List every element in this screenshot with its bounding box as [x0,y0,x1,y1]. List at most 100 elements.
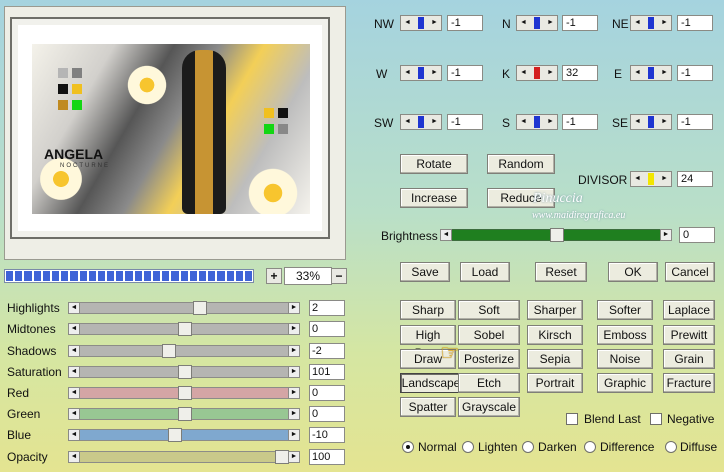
zoom-in-button[interactable]: + [266,268,282,284]
negative-checkbox[interactable] [650,413,662,425]
preset-button[interactable]: Sobel [458,325,520,345]
left-arrow-icon[interactable]: ◄ [68,302,80,314]
preset-button[interactable]: Soft [458,300,520,320]
left-arrow-icon[interactable]: ◄ [68,408,80,420]
left-arrow-icon[interactable]: ◄ [631,172,644,186]
left-arrow-icon[interactable]: ◄ [631,66,644,80]
adjustment-value-field[interactable]: -10 [309,427,345,443]
matrix-cell-spinner[interactable]: ◄ ► [630,65,672,81]
adjustment-slider[interactable]: ◄ ► [68,365,300,379]
adjustment-value-field[interactable]: 0 [309,321,345,337]
divisor-spinner[interactable]: ◄ ► [630,171,672,187]
blend-mode-radio[interactable] [462,441,474,453]
blend-mode-radio[interactable] [522,441,534,453]
matrix-cell-spinner[interactable]: ◄ ► [516,15,558,31]
right-arrow-icon[interactable]: ► [544,115,557,129]
left-arrow-icon[interactable]: ◄ [68,345,80,357]
divisor-field[interactable]: 24 [677,171,713,187]
matrix-cell-value[interactable]: 32 [562,65,598,81]
blend-mode-radio[interactable] [665,441,677,453]
adjustment-value-field[interactable]: 0 [309,406,345,422]
preset-button[interactable]: Sepia [527,349,583,369]
right-arrow-icon[interactable]: ► [288,302,300,314]
right-arrow-icon[interactable]: ► [288,323,300,335]
left-arrow-icon[interactable]: ◄ [631,115,644,129]
preset-button[interactable]: Sharper [527,300,583,320]
slider-thumb[interactable] [549,228,564,242]
load-button[interactable]: Load [460,262,510,282]
preset-button[interactable]: Sharp [400,300,456,320]
left-arrow-icon[interactable]: ◄ [517,16,530,30]
preset-button[interactable]: Posterize [458,349,520,369]
matrix-cell-value[interactable]: -1 [562,114,598,130]
left-arrow-icon[interactable]: ◄ [68,323,80,335]
matrix-cell-value[interactable]: -1 [677,114,713,130]
left-arrow-icon[interactable]: ◄ [401,16,414,30]
adjustment-slider[interactable]: ◄ ► [68,301,300,315]
right-arrow-icon[interactable]: ► [658,16,671,30]
matrix-cell-spinner[interactable]: ◄ ► [630,15,672,31]
matrix-cell-value[interactable]: -1 [447,15,483,31]
blend-mode-radio[interactable] [584,441,596,453]
left-arrow-icon[interactable]: ◄ [401,66,414,80]
left-arrow-icon[interactable]: ◄ [68,387,80,399]
right-arrow-icon[interactable]: ► [288,451,300,463]
slider-thumb[interactable] [275,450,289,464]
left-arrow-icon[interactable]: ◄ [440,229,452,241]
brightness-slider[interactable]: ◄ ► [440,228,672,242]
preset-button[interactable]: Etch [458,373,520,393]
rotate-button[interactable]: Rotate [400,154,468,174]
right-arrow-icon[interactable]: ► [660,229,672,241]
right-arrow-icon[interactable]: ► [428,66,441,80]
slider-thumb[interactable] [177,365,192,379]
right-arrow-icon[interactable]: ► [288,387,300,399]
adjustment-slider[interactable]: ◄ ► [68,344,300,358]
preset-button[interactable]: Grayscale [458,397,520,417]
slider-thumb[interactable] [177,386,192,400]
right-arrow-icon[interactable]: ► [288,429,300,441]
matrix-cell-value[interactable]: -1 [677,65,713,81]
adjustment-value-field[interactable]: 2 [309,300,345,316]
matrix-cell-spinner[interactable]: ◄ ► [400,65,442,81]
adjustment-slider[interactable]: ◄ ► [68,428,300,442]
right-arrow-icon[interactable]: ► [288,408,300,420]
random-button[interactable]: Random [487,154,555,174]
preset-button[interactable]: Prewitt [663,325,715,345]
right-arrow-icon[interactable]: ► [288,366,300,378]
adjustment-value-field[interactable]: -2 [309,343,345,359]
left-arrow-icon[interactable]: ◄ [517,115,530,129]
adjustment-slider[interactable]: ◄ ► [68,386,300,400]
matrix-cell-spinner[interactable]: ◄ ► [630,114,672,130]
brightness-field[interactable]: 0 [679,227,715,243]
preset-button[interactable]: Landscape [400,373,462,393]
right-arrow-icon[interactable]: ► [428,115,441,129]
preset-button[interactable]: Fracture [663,373,715,393]
ok-button[interactable]: OK [608,262,658,282]
slider-thumb[interactable] [193,301,208,315]
adjustment-slider[interactable]: ◄ ► [68,450,300,464]
save-button[interactable]: Save [400,262,450,282]
left-arrow-icon[interactable]: ◄ [631,16,644,30]
reset-button[interactable]: Reset [535,262,587,282]
adjustment-value-field[interactable]: 100 [309,449,345,465]
adjustment-value-field[interactable]: 0 [309,385,345,401]
preset-button[interactable]: Kirsch [527,325,583,345]
preset-button[interactable]: Spatter [400,397,456,417]
slider-thumb[interactable] [161,344,176,358]
left-arrow-icon[interactable]: ◄ [517,66,530,80]
slider-thumb[interactable] [177,407,192,421]
right-arrow-icon[interactable]: ► [658,66,671,80]
preset-button[interactable]: Portrait [527,373,583,393]
increase-button[interactable]: Increase [400,188,468,208]
preset-button[interactable]: Emboss [597,325,653,345]
matrix-cell-spinner[interactable]: ◄ ► [400,114,442,130]
right-arrow-icon[interactable]: ► [288,345,300,357]
left-arrow-icon[interactable]: ◄ [68,429,80,441]
right-arrow-icon[interactable]: ► [428,16,441,30]
matrix-cell-spinner[interactable]: ◄ ► [516,114,558,130]
matrix-cell-value[interactable]: -1 [677,15,713,31]
matrix-cell-spinner[interactable]: ◄ ► [400,15,442,31]
slider-thumb[interactable] [177,322,192,336]
preset-button[interactable]: Noise [597,349,653,369]
left-arrow-icon[interactable]: ◄ [68,451,80,463]
